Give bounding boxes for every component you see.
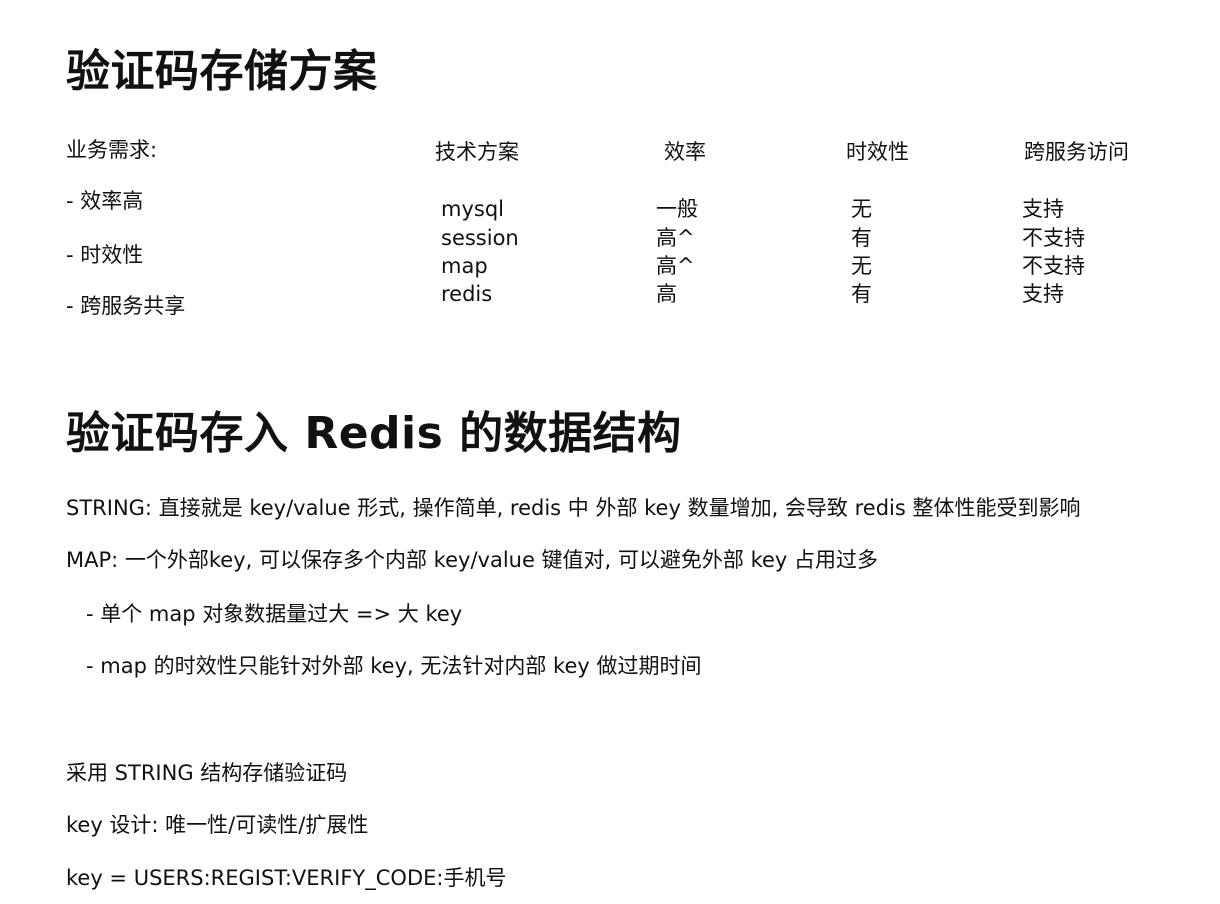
- storage-plan-heading: 验证码存储方案: [66, 46, 378, 97]
- map-description: MAP: 一个外部key, 可以保存多个内部 key/value 键值对, 可以…: [66, 548, 879, 572]
- table-cell-cross-service: 支持: [1022, 197, 1064, 221]
- document-page: 验证码存储方案 业务需求: - 效率高 - 时效性 - 跨服务共享 技术方案 效…: [0, 0, 1220, 904]
- requirement-item: - 跨服务共享: [66, 294, 186, 318]
- table-cell-cross-service: 不支持: [1022, 226, 1085, 250]
- requirement-item: - 效率高: [66, 189, 144, 213]
- table-cell-solution: session: [441, 226, 519, 250]
- table-cell-efficiency: 高^: [656, 226, 695, 250]
- table-cell-cross-service: 不支持: [1022, 254, 1085, 278]
- map-drawback-item: - map 的时效性只能针对外部 key, 无法针对内部 key 做过期时间: [86, 654, 702, 678]
- table-header-timeliness: 时效性: [846, 140, 909, 164]
- redis-structure-heading: 验证码存入 Redis 的数据结构: [66, 408, 682, 459]
- table-header-efficiency: 效率: [664, 140, 706, 164]
- table-cell-cross-service: 支持: [1022, 282, 1064, 306]
- table-cell-efficiency: 高^: [656, 254, 695, 278]
- table-header-cross-service: 跨服务访问: [1024, 140, 1129, 164]
- string-description: STRING: 直接就是 key/value 形式, 操作简单, redis 中…: [66, 496, 1081, 520]
- table-cell-timeliness: 有: [851, 226, 872, 250]
- requirement-item: - 时效性: [66, 243, 144, 267]
- table-cell-timeliness: 无: [851, 254, 872, 278]
- table-header-solution: 技术方案: [435, 140, 519, 164]
- requirements-title: 业务需求:: [66, 138, 158, 162]
- table-cell-solution: redis: [441, 282, 493, 306]
- table-cell-efficiency: 高: [656, 282, 677, 306]
- key-design-text: key 设计: 唯一性/可读性/扩展性: [66, 813, 369, 837]
- table-cell-timeliness: 有: [851, 282, 872, 306]
- table-cell-solution: map: [441, 254, 488, 278]
- map-drawback-item: - 单个 map 对象数据量过大 => 大 key: [86, 602, 463, 626]
- table-cell-efficiency: 一般: [656, 197, 698, 221]
- table-cell-solution: mysql: [441, 197, 504, 221]
- decision-text: 采用 STRING 结构存储验证码: [66, 761, 348, 785]
- key-format-text: key = USERS:REGIST:VERIFY_CODE:手机号: [66, 866, 507, 890]
- table-cell-timeliness: 无: [851, 197, 872, 221]
